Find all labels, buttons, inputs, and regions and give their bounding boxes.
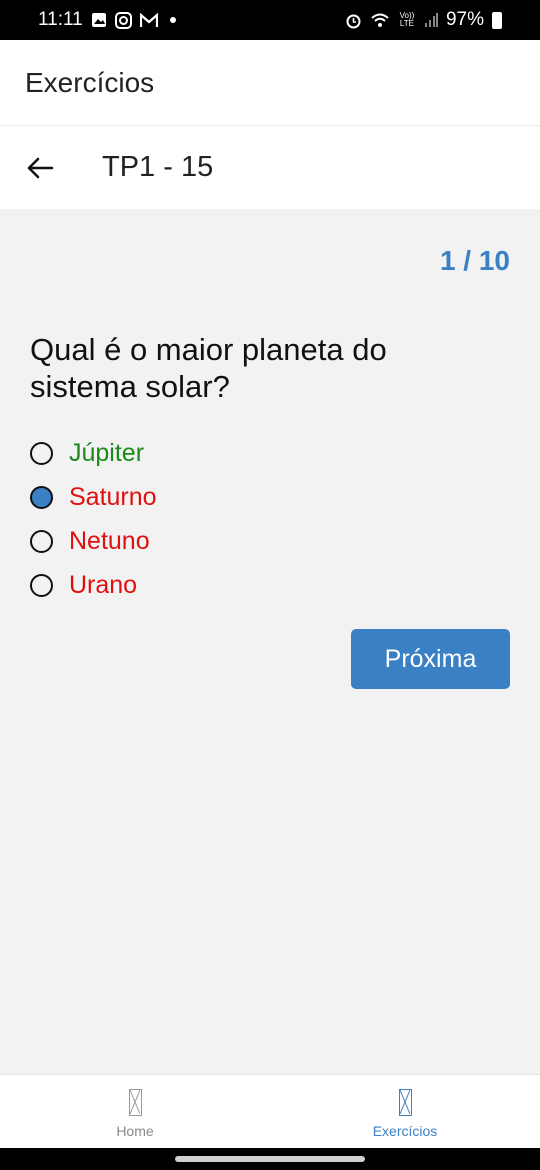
nav-label-home: Home (116, 1123, 154, 1139)
exercises-icon (398, 1089, 412, 1116)
arrow-left-icon (27, 157, 54, 178)
next-button[interactable]: Próxima (351, 629, 510, 689)
option-saturno[interactable]: Saturno (30, 475, 157, 519)
app-bar: Exercícios (0, 40, 540, 126)
status-left: 11:11 (38, 9, 176, 31)
gmail-icon (139, 12, 158, 28)
radio-button-selected[interactable] (30, 485, 53, 509)
status-bar: 11:11 Vo)) LTE 97% (0, 0, 540, 40)
quiz-content: 1 / 10 Qual é o maior planeta do sistema… (0, 209, 540, 1074)
option-urano[interactable]: Urano (30, 563, 157, 607)
question-counter: 1 / 10 (439, 245, 510, 276)
home-gesture-handle[interactable] (175, 1156, 365, 1162)
option-netuno[interactable]: Netuno (30, 519, 157, 563)
status-right: Vo)) LTE 97% (345, 9, 502, 31)
sub-header: TP1 - 15 (0, 126, 540, 209)
back-button[interactable] (10, 138, 70, 198)
option-label: Urano (69, 570, 138, 599)
nav-item-exercises[interactable]: Exercícios (270, 1075, 540, 1148)
notification-dot (169, 17, 176, 23)
radio-button[interactable] (30, 441, 53, 465)
volte-icon: Vo)) LTE (399, 11, 415, 28)
option-label: Netuno (69, 526, 150, 555)
status-time: 11:11 (38, 9, 83, 30)
question-text: Qual é o maior planeta do sistema solar? (30, 332, 387, 404)
answer-options: Júpiter Saturno Netuno Urano (30, 431, 157, 607)
instagram-icon (114, 11, 132, 29)
signal-icon (424, 12, 438, 28)
gesture-bar (0, 1148, 540, 1170)
battery-percent: 97% (445, 9, 484, 30)
nav-item-home[interactable]: Home (0, 1075, 270, 1148)
image-icon (91, 12, 107, 28)
radio-button[interactable] (30, 573, 53, 597)
app-title: Exercícios (25, 66, 155, 98)
home-icon (128, 1089, 142, 1116)
nav-label-exercises: Exercícios (372, 1123, 438, 1139)
option-label: Saturno (69, 482, 157, 511)
alarm-icon (345, 12, 362, 29)
option-label: Júpiter (69, 438, 145, 467)
exercise-title: TP1 - 15 (102, 151, 214, 183)
bottom-nav: Home Exercícios (0, 1074, 540, 1148)
wifi-icon (370, 12, 390, 28)
battery-icon (492, 11, 502, 29)
option-jupiter[interactable]: Júpiter (30, 431, 157, 475)
radio-button[interactable] (30, 529, 53, 553)
